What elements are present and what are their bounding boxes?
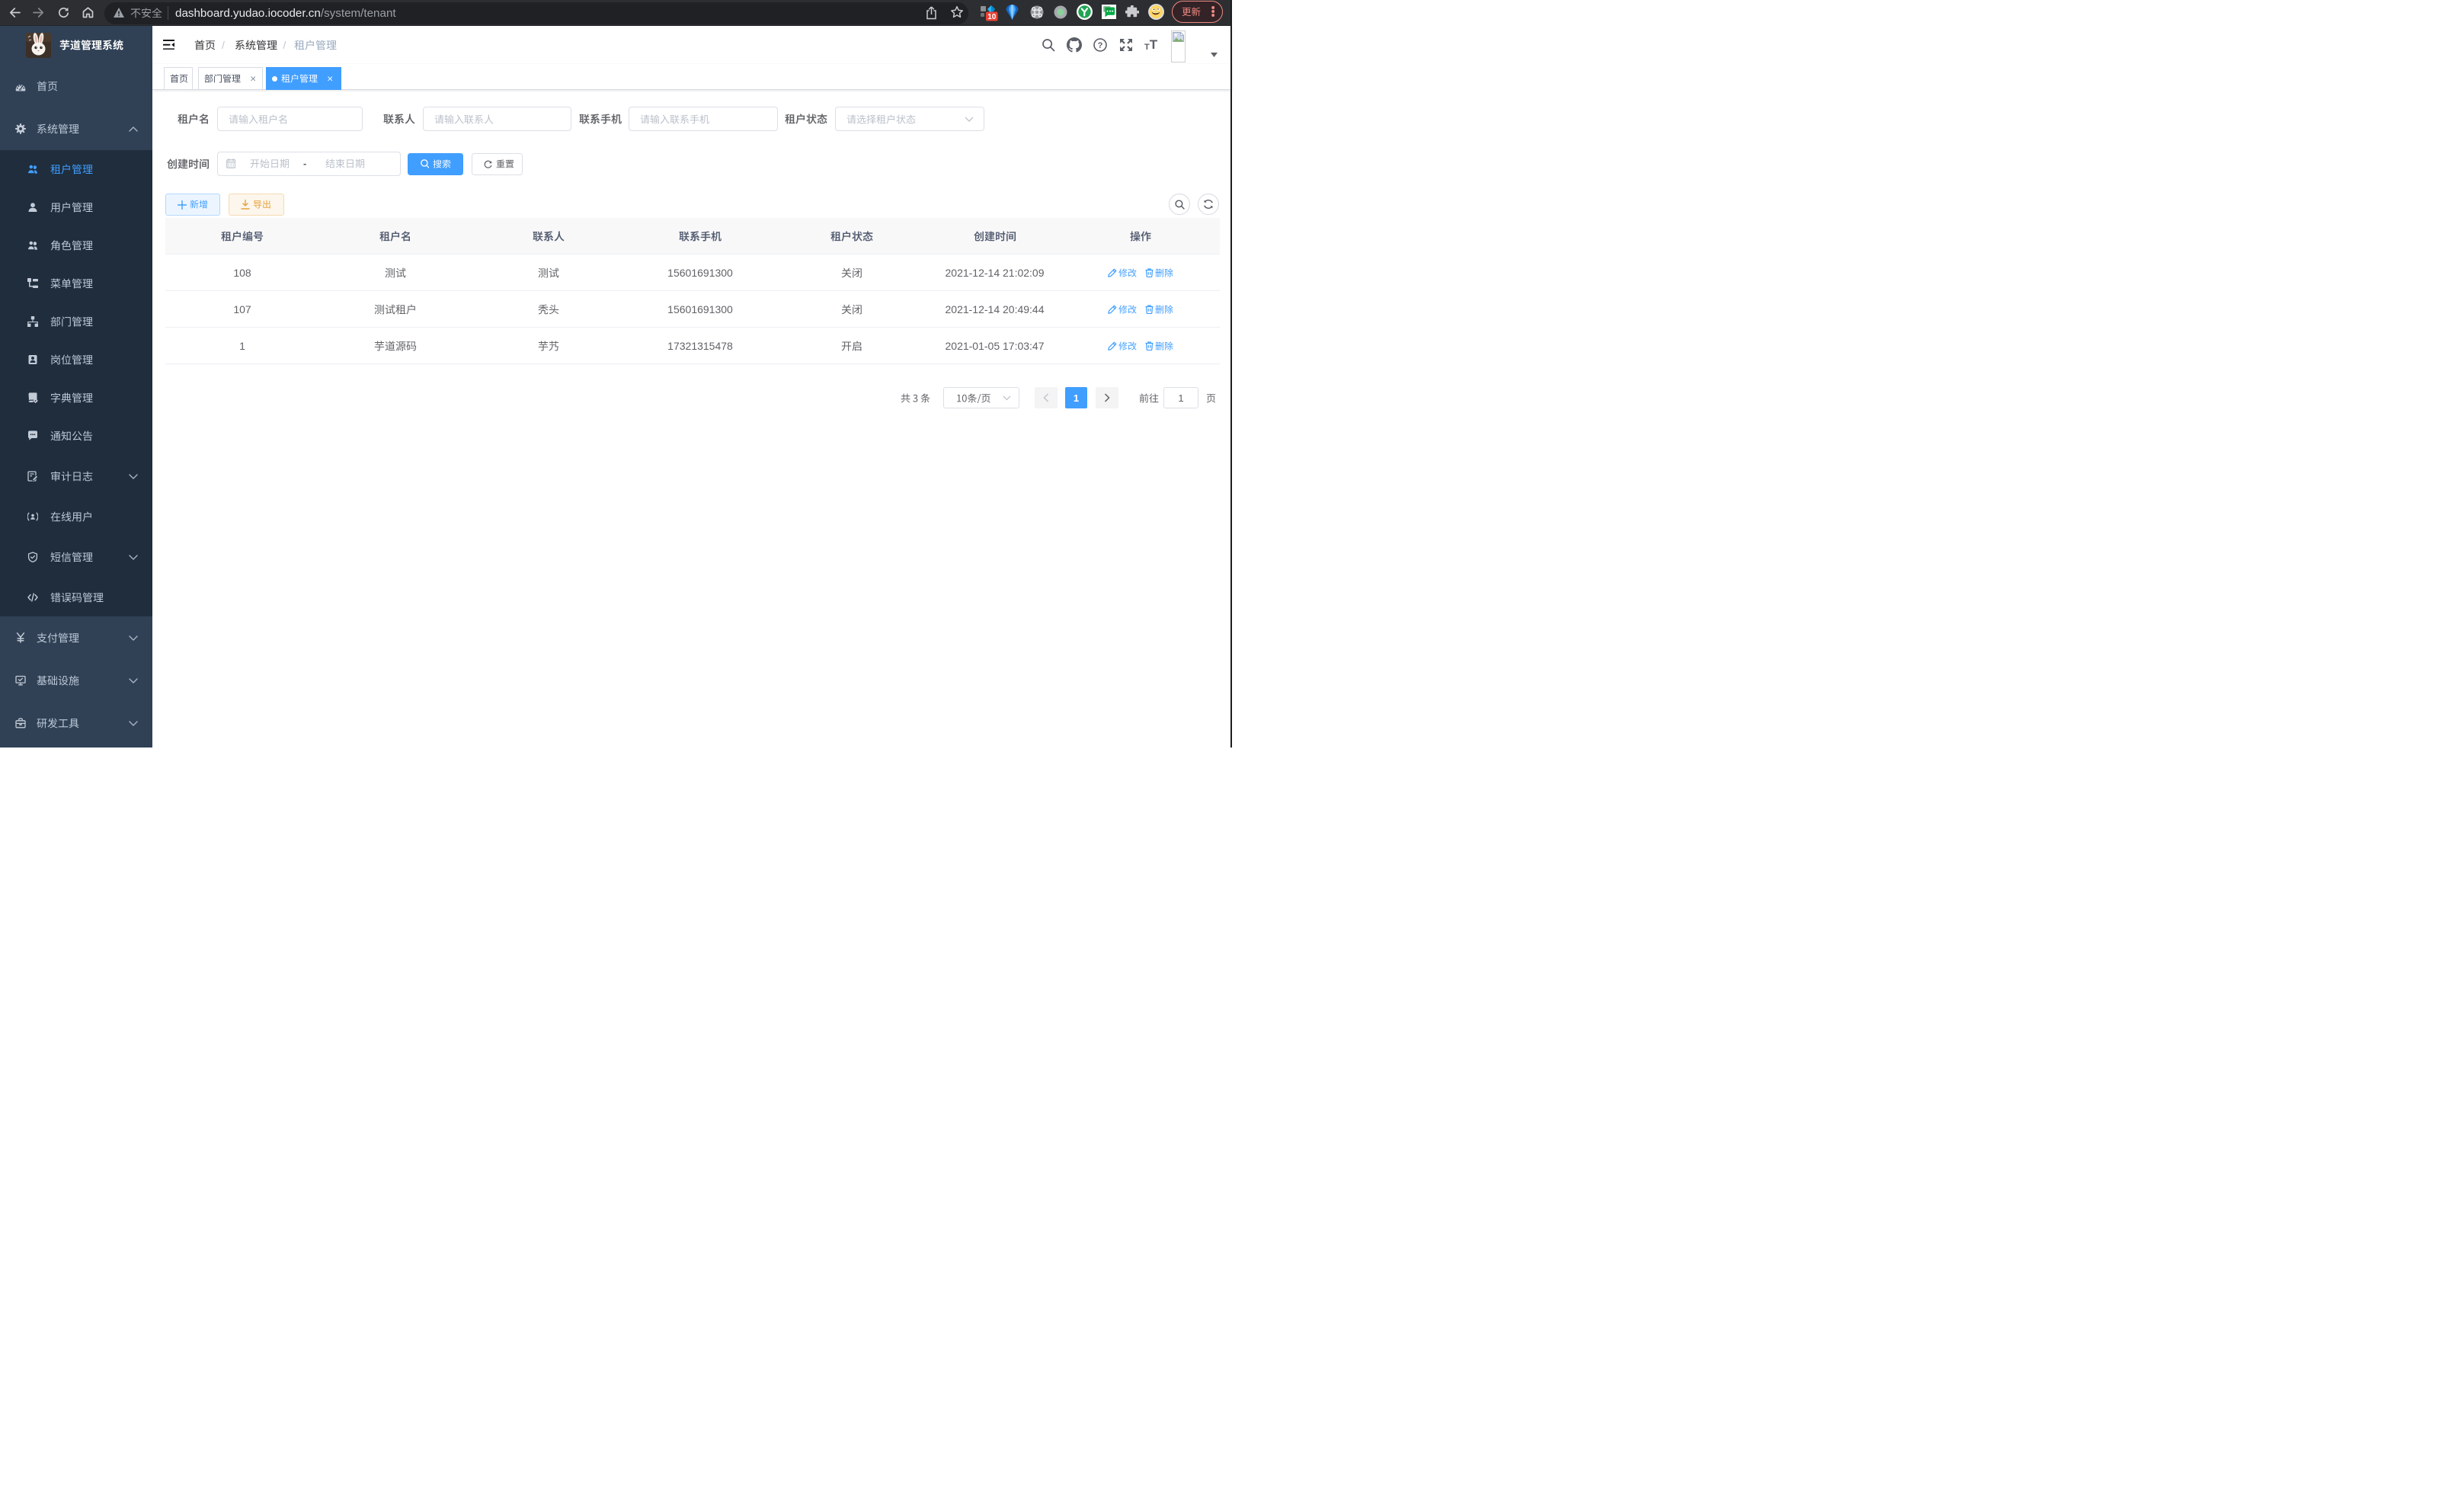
svg-text:?: ?: [1098, 41, 1103, 50]
svg-text:10: 10: [987, 13, 997, 21]
